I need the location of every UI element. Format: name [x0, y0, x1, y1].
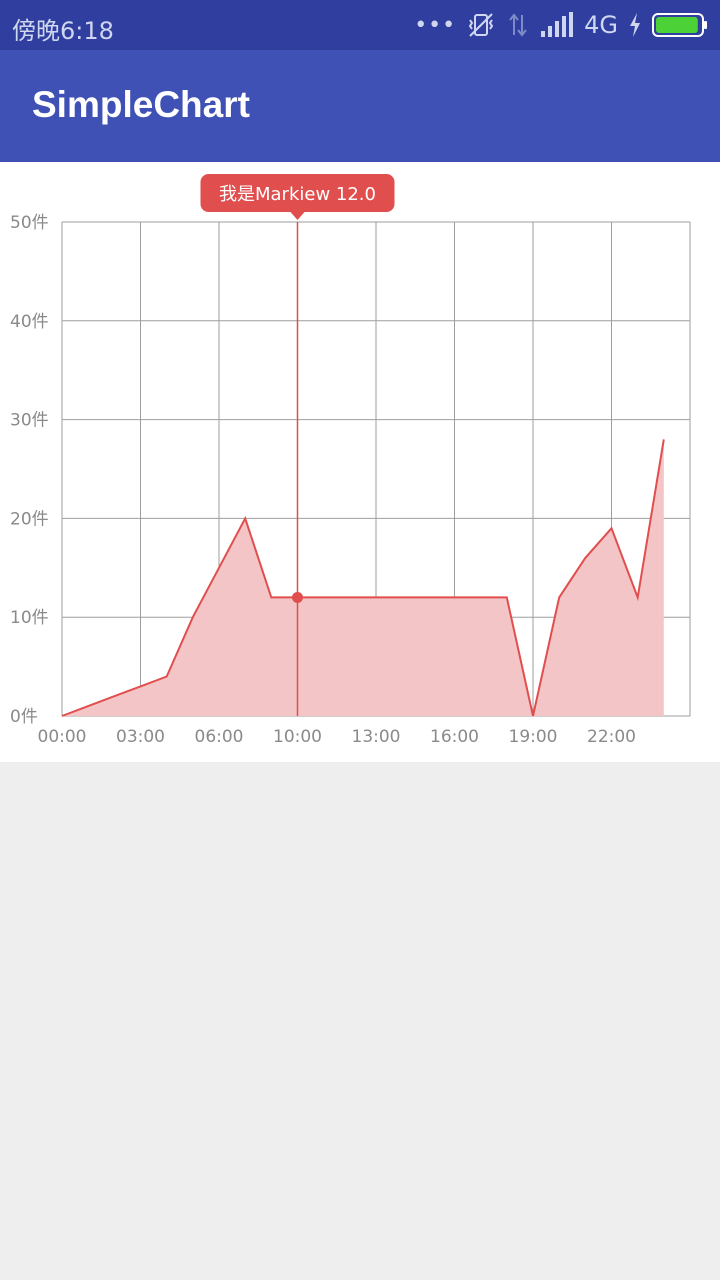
status-bar: 傍晚6:18 ••• 4G	[0, 0, 720, 50]
app-title: SimpleChart	[32, 84, 250, 125]
chart-panel: 0件 10件 20件 30件 40件 50件 00:00 03:00 06:00 10:00 13:…	[0, 162, 720, 762]
y-tick-label: 20件	[10, 509, 49, 529]
data-point	[637, 597, 638, 598]
data-point	[140, 686, 141, 687]
y-tick-label: 0件	[10, 707, 38, 727]
x-tick-label: 03:00	[116, 727, 165, 747]
marker-label: 我是Markiew 12.0	[219, 184, 376, 205]
x-tick-label: 00:00	[38, 727, 87, 747]
y-tick-label: 30件	[10, 411, 49, 431]
series-area-fill	[62, 439, 664, 716]
data-point	[506, 597, 507, 598]
data-point	[349, 597, 350, 598]
data-point	[323, 597, 324, 598]
line-chart[interactable]: 0件 10件 20件 30件 40件 50件 00:00 03:00 06:00 10:00 13:…	[0, 162, 720, 762]
app-bar: SimpleChart	[0, 50, 720, 162]
x-tick-label: 16:00	[430, 727, 479, 747]
data-point	[402, 597, 403, 598]
data-point	[663, 439, 664, 440]
charging-icon	[630, 13, 640, 37]
data-point	[114, 696, 115, 697]
data-transfer-icon	[509, 13, 527, 37]
network-type-label: 4G	[584, 11, 618, 39]
x-tick-label: 10:00	[273, 727, 322, 747]
signal-icon	[541, 12, 574, 37]
data-point	[245, 518, 246, 519]
data-point	[585, 557, 586, 558]
data-point	[166, 676, 167, 677]
data-point	[88, 706, 89, 707]
data-point	[62, 716, 63, 717]
data-point	[192, 617, 193, 618]
y-tick-label: 10件	[10, 608, 49, 628]
x-tick-label: 06:00	[195, 727, 244, 747]
data-point	[219, 567, 220, 568]
vibrate-off-icon	[468, 13, 494, 37]
data-point	[611, 528, 612, 529]
y-tick-label: 50件	[10, 213, 49, 233]
battery-icon	[652, 13, 707, 37]
more-dots-icon: •••	[414, 12, 457, 38]
data-point	[533, 716, 534, 717]
data-point	[559, 597, 560, 598]
battery-fill	[656, 17, 698, 33]
data-point	[428, 597, 429, 598]
status-time: 傍晚6:18	[12, 17, 114, 45]
status-icons: ••• 4G	[414, 8, 708, 42]
x-tick-label: 19:00	[509, 727, 558, 747]
x-tick-label: 13:00	[352, 727, 401, 747]
y-tick-label: 40件	[10, 312, 49, 332]
data-point	[480, 597, 481, 598]
marker-view: 我是Markiew 12.0	[200, 174, 395, 220]
data-point	[376, 597, 377, 598]
data-point	[454, 597, 455, 598]
x-tick-label: 22:00	[587, 727, 636, 747]
marker-pointer	[290, 212, 305, 220]
highlight-point	[292, 591, 303, 603]
data-point	[271, 597, 272, 598]
